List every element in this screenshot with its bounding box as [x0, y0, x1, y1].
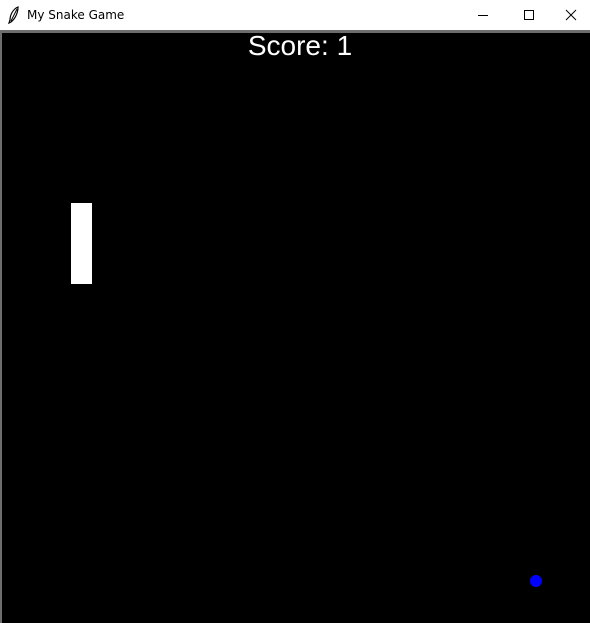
close-button[interactable] — [552, 0, 590, 30]
snake-body — [71, 203, 92, 284]
maximize-button[interactable] — [506, 0, 552, 30]
food-dot — [530, 575, 542, 587]
close-icon — [565, 6, 577, 25]
game-canvas[interactable]: Score: 1 — [2, 33, 590, 623]
feather-icon — [7, 6, 21, 25]
game-window: My Snake Game Score: 1 — [0, 0, 590, 623]
window-title: My Snake Game — [27, 8, 125, 22]
title-bar[interactable]: My Snake Game — [0, 0, 590, 30]
maximize-icon — [523, 6, 535, 25]
minimize-button[interactable] — [460, 0, 506, 30]
score-label: Score: 1 — [247, 33, 353, 61]
minimize-icon — [477, 6, 489, 25]
